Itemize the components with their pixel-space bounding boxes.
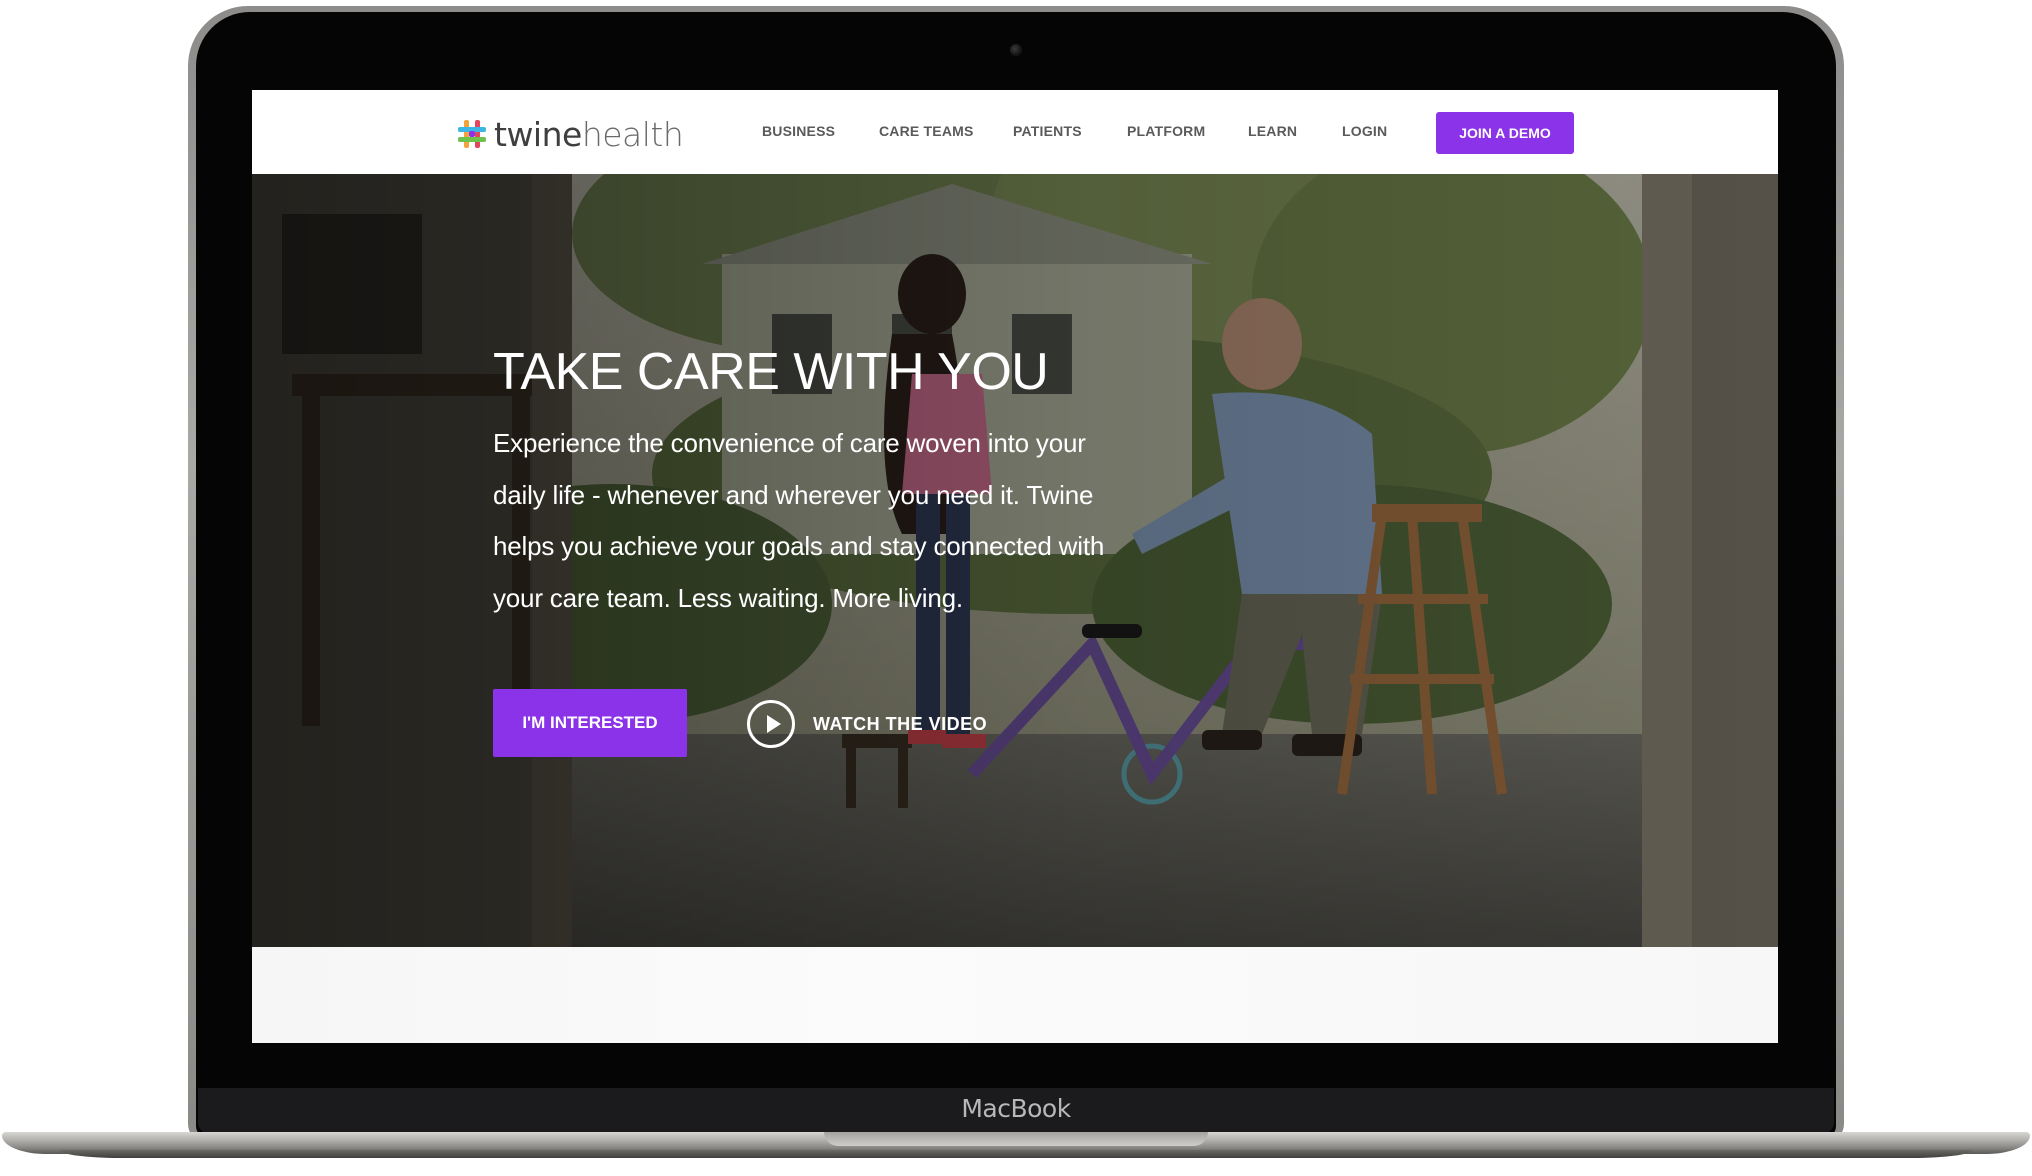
nav-item-business[interactable]: BUSINESS bbox=[762, 123, 835, 139]
logo-word-bold: twine bbox=[494, 114, 582, 154]
join-demo-button[interactable]: JOIN A DEMO bbox=[1436, 112, 1574, 154]
logo-wordmark: twinehealth bbox=[494, 114, 684, 154]
laptop-brand-label: MacBook bbox=[961, 1094, 1071, 1123]
twine-knot-icon bbox=[458, 120, 486, 148]
next-section bbox=[252, 947, 1778, 1043]
watch-video-link[interactable]: WATCH THE VIDEO bbox=[747, 698, 987, 750]
play-circle-icon bbox=[747, 700, 795, 748]
site-logo[interactable]: twinehealth bbox=[458, 114, 684, 154]
nav-item-care-teams[interactable]: CARE TEAMS bbox=[879, 123, 974, 139]
camera-icon bbox=[1010, 44, 1022, 56]
nav-item-platform[interactable]: PLATFORM bbox=[1127, 123, 1205, 139]
nav-item-learn[interactable]: LEARN bbox=[1248, 123, 1297, 139]
watch-video-label: WATCH THE VIDEO bbox=[813, 713, 988, 734]
hero-section: TAKE CARE WITH YOU Experience the conven… bbox=[252, 174, 1778, 947]
hero-description: Experience the convenience of care woven… bbox=[493, 428, 1105, 613]
site-header: twinehealth BUSINESS CARE TEAMS PATIENTS… bbox=[252, 90, 1778, 174]
nav-item-login[interactable]: LOGIN bbox=[1342, 123, 1387, 139]
laptop-mockup: twinehealth BUSINESS CARE TEAMS PATIENTS… bbox=[0, 0, 2032, 1176]
hero-title: TAKE CARE WITH YOU bbox=[493, 343, 1049, 401]
laptop-opening-notch bbox=[824, 1132, 1208, 1146]
logo-word-light: health bbox=[581, 114, 684, 154]
website-screen: twinehealth BUSINESS CARE TEAMS PATIENTS… bbox=[252, 90, 1778, 1043]
im-interested-button[interactable]: I'M INTERESTED bbox=[493, 689, 687, 757]
nav-item-patients[interactable]: PATIENTS bbox=[1013, 123, 1082, 139]
laptop-base-shadow bbox=[60, 1150, 1972, 1158]
